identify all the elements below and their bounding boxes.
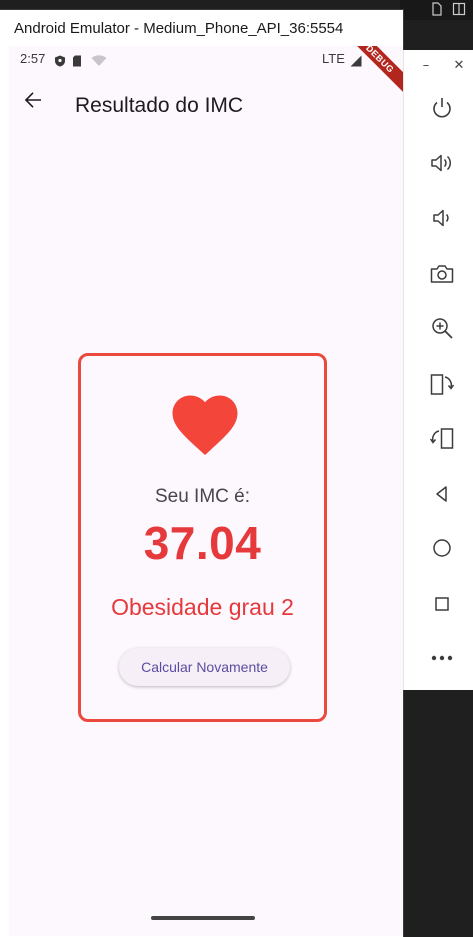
network-type: LTE: [322, 51, 345, 66]
imc-classification: Obesidade grau 2: [111, 594, 294, 620]
sd-card-icon: [72, 52, 84, 67]
recalculate-button[interactable]: Calcular Novamente: [119, 648, 290, 686]
rotate-right-button[interactable]: [426, 422, 458, 454]
status-bar: 2:57 LTE DEBUG: [9, 46, 403, 96]
emulator-side-toolbar: – ✕: [403, 50, 473, 690]
nav-home-button[interactable]: [426, 532, 458, 564]
status-time: 2:57: [20, 51, 46, 66]
wifi-icon: [91, 52, 107, 66]
emulator-window: Android Emulator - Medium_Phone_API_36:5…: [0, 10, 403, 937]
back-icon: [436, 486, 447, 502]
emulator-title-bar[interactable]: Android Emulator - Medium_Phone_API_36:5…: [0, 10, 403, 50]
signal-icon: [350, 52, 362, 67]
overview-icon: [435, 597, 449, 611]
page-title: Resultado do IMC: [75, 94, 244, 117]
heart-icon: [172, 395, 238, 455]
rotate-left-button[interactable]: [426, 368, 458, 400]
volume-up-icon: [431, 154, 452, 172]
volume-down-icon: [433, 209, 449, 227]
zoom-button[interactable]: [426, 312, 458, 344]
arrow-back-icon: [24, 92, 41, 108]
layout-icon: [452, 2, 466, 16]
back-button[interactable]: [15, 82, 51, 118]
file-icon: [430, 2, 444, 16]
nav-overview-button[interactable]: [426, 588, 458, 620]
nav-back-button[interactable]: [426, 478, 458, 510]
result-card: Seu IMC é: 37.04 Obesidade grau 2 Calcul…: [78, 353, 327, 722]
app-bar: Resultado do IMC: [9, 76, 403, 140]
power-button[interactable]: [426, 92, 458, 124]
home-icon: [433, 539, 451, 557]
camera-icon: [430, 265, 454, 283]
imc-label: Seu IMC é:: [154, 486, 251, 507]
background-top-bar: [400, 0, 473, 20]
phone-screen: 2:57 LTE DEBUG Resultado do IMC Seu IMC …: [9, 46, 403, 936]
rotate-right-icon: [429, 428, 454, 449]
rotate-left-icon: [430, 374, 455, 395]
volume-up-button[interactable]: [426, 147, 458, 179]
screenshot-button[interactable]: [426, 258, 458, 290]
gesture-home-indicator[interactable]: [151, 916, 255, 920]
close-icon[interactable]: ✕: [451, 58, 467, 74]
power-icon: [433, 98, 451, 118]
shield-icon: [54, 52, 66, 67]
more-button[interactable]: [426, 642, 458, 674]
more-icon: [431, 655, 453, 661]
volume-down-button[interactable]: [426, 202, 458, 234]
imc-value: 37.04: [143, 517, 262, 569]
zoom-in-icon: [432, 318, 453, 339]
minimize-icon[interactable]: –: [418, 58, 434, 74]
emulator-window-title: Android Emulator - Medium_Phone_API_36:5…: [14, 20, 344, 37]
